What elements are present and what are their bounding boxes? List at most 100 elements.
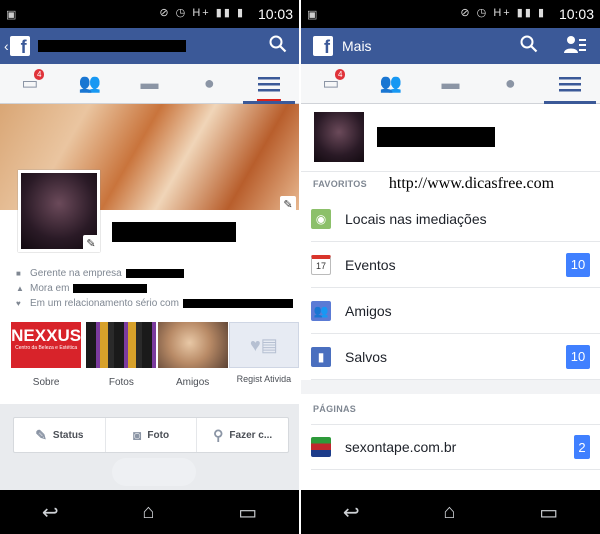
header-bar: ‹ f [0, 28, 299, 64]
shortcut-label: Regist Ativida [236, 374, 292, 384]
tab-feed[interactable]: ▭ 4 [301, 64, 361, 103]
menu-icon [559, 76, 582, 91]
photos-thumbnail [86, 322, 157, 368]
redacted-profile-name [112, 222, 236, 242]
friends-thumbnail [157, 322, 228, 368]
chat-icon: ▬ [140, 73, 159, 93]
friends-icon: 👥 [379, 73, 402, 93]
search-icon[interactable] [520, 35, 538, 58]
user-list-icon[interactable] [564, 34, 586, 60]
page-logo-icon [311, 437, 331, 457]
tab-messages[interactable]: ▬ [120, 64, 180, 103]
shortcut-label: Fotos [108, 377, 134, 388]
heart-icon: ♥ [16, 299, 21, 308]
globe-icon: ● [203, 73, 215, 93]
profile-shortcuts: NEXXUS Centro da Beleza e Estética Sobre … [0, 322, 299, 388]
home-row: ▲ Mora em [0, 281, 299, 296]
recent-apps-icon[interactable]: ▭ [238, 500, 257, 525]
watermark-text: http://www.dicasfree.com [388, 175, 555, 192]
globe-icon: ● [504, 73, 516, 93]
facebook-logo[interactable]: f [9, 36, 30, 56]
tab-more[interactable] [239, 64, 299, 104]
camera-icon: ◙ [132, 427, 142, 443]
edit-profile-picture-icon[interactable]: ✎ [83, 235, 99, 251]
about-thumbnail: NEXXUS Centro da Beleza e Estética [11, 322, 82, 368]
tab-friend-requests[interactable]: 👥 [361, 64, 421, 103]
tab-more[interactable] [540, 64, 600, 104]
image-notification-icon: ▣ [6, 8, 17, 21]
count-badge: 2 [574, 435, 590, 459]
bookmark-icon: ▮ [311, 346, 331, 367]
home-icon[interactable]: ⌂ [443, 501, 455, 524]
home-icon: ▲ [16, 284, 24, 293]
page-item[interactable]: sexontape.com.br 2 [311, 424, 600, 470]
image-notification-icon: ▣ [307, 8, 318, 21]
shortcut-about[interactable]: NEXXUS Centro da Beleza e Estética Sobre [11, 322, 82, 388]
pages-section-header: PÁGINAS [313, 404, 357, 414]
notification-badge: 4 [335, 69, 346, 80]
briefcase-icon: ■ [16, 269, 21, 278]
favorite-events[interactable]: 17 Eventos 10 [311, 242, 600, 288]
tab-friend-requests[interactable]: 👥 [60, 64, 120, 103]
clock: 10:03 [558, 6, 594, 22]
status-icons: ⊘ ◷ H+ ▮▮ ▮ [460, 7, 546, 19]
location-icon: ⚲ [213, 426, 224, 443]
status-button[interactable]: ✎ Status [14, 418, 106, 452]
favorites-section-header: FAVORITOS http://www.dicasfree.com [313, 175, 555, 192]
tab-feed[interactable]: ▭ 4 [0, 64, 60, 103]
loading-placeholder [112, 458, 196, 486]
shortcut-label: Amigos [175, 377, 210, 388]
back-icon[interactable]: ‹ [4, 38, 9, 54]
friends-icon: 👥 [311, 300, 331, 321]
tab-notifications[interactable]: ● [480, 64, 540, 103]
photo-button[interactable]: ◙ Foto [106, 418, 198, 452]
bookmark-list: FAVORITOS http://www.dicasfree.com ◉ Loc… [301, 172, 600, 470]
favorite-saved[interactable]: ▮ Salvos 10 [311, 334, 600, 380]
back-icon[interactable]: ↩ [343, 500, 360, 525]
menu-icon [258, 76, 281, 91]
right-phone-screen: ▣ ⊘ ◷ H+ ▮▮ ▮ 10:03 f Mais ▭ 4 👥 ▬ ● FAV… [301, 0, 600, 534]
tab-messages[interactable]: ▬ [421, 64, 481, 103]
header-title: Mais [342, 38, 372, 54]
work-row: ■ Gerente na empresa [0, 266, 299, 281]
edit-icon: ✎ [35, 426, 47, 443]
tab-bar: ▭ 4 👥 ▬ ● [0, 64, 299, 104]
shortcut-activity-log[interactable]: ♥▤ Regist Ativida [228, 322, 299, 388]
profile-header-row[interactable] [301, 104, 600, 172]
status-bar: ▣ ⊘ ◷ H+ ▮▮ ▮ 10:03 [301, 0, 600, 28]
status-bar: ▣ ⊘ ◷ H+ ▮▮ ▮ 10:03 [0, 0, 299, 28]
shortcut-photos[interactable]: Fotos [86, 322, 157, 388]
map-pin-icon: ◉ [311, 208, 331, 229]
search-icon[interactable] [269, 35, 287, 58]
profile-picture[interactable]: ✎ [18, 170, 100, 252]
facebook-logo[interactable]: f [313, 36, 333, 56]
count-badge: 10 [566, 344, 590, 369]
home-icon[interactable]: ⌂ [142, 501, 154, 524]
chat-icon: ▬ [441, 73, 460, 93]
favorite-friends[interactable]: 👥 Amigos [311, 288, 600, 334]
clock: 10:03 [257, 6, 293, 22]
section-spacer [301, 380, 600, 394]
redacted-profile-name [377, 127, 495, 147]
android-nav-bar: ↩ ⌂ ▭ [0, 490, 299, 534]
activity-log-thumbnail: ♥▤ [228, 322, 299, 368]
count-badge: 10 [566, 252, 590, 277]
shortcut-label: Sobre [32, 377, 60, 388]
relationship-row: ♥ Em um relacionamento sério com [0, 296, 299, 311]
check-in-button[interactable]: ⚲ Fazer c... [197, 418, 288, 452]
recent-apps-icon[interactable]: ▭ [539, 500, 558, 525]
header-bar: f Mais [301, 28, 600, 64]
android-nav-bar: ↩ ⌂ ▭ [301, 490, 600, 534]
composer-actions: ✎ Status ◙ Foto ⚲ Fazer c... [13, 417, 289, 453]
left-phone-screen: ▣ ⊘ ◷ H+ ▮▮ ▮ 10:03 ‹ f ▭ 4 👥 ▬ ● ✎ ■ Ger… [0, 0, 299, 534]
status-icons: ⊘ ◷ H+ ▮▮ ▮ [159, 7, 245, 19]
tab-bar: ▭ 4 👥 ▬ ● [301, 64, 600, 104]
active-underline [257, 99, 281, 101]
shortcut-friends[interactable]: Amigos [157, 322, 228, 388]
favorite-nearby-places[interactable]: ◉ Locais nas imediações [311, 196, 600, 242]
tab-notifications[interactable]: ● [179, 64, 239, 103]
back-icon[interactable]: ↩ [42, 500, 59, 525]
redacted-name [37, 40, 186, 52]
friends-icon: 👥 [78, 73, 101, 93]
profile-avatar [314, 112, 364, 162]
